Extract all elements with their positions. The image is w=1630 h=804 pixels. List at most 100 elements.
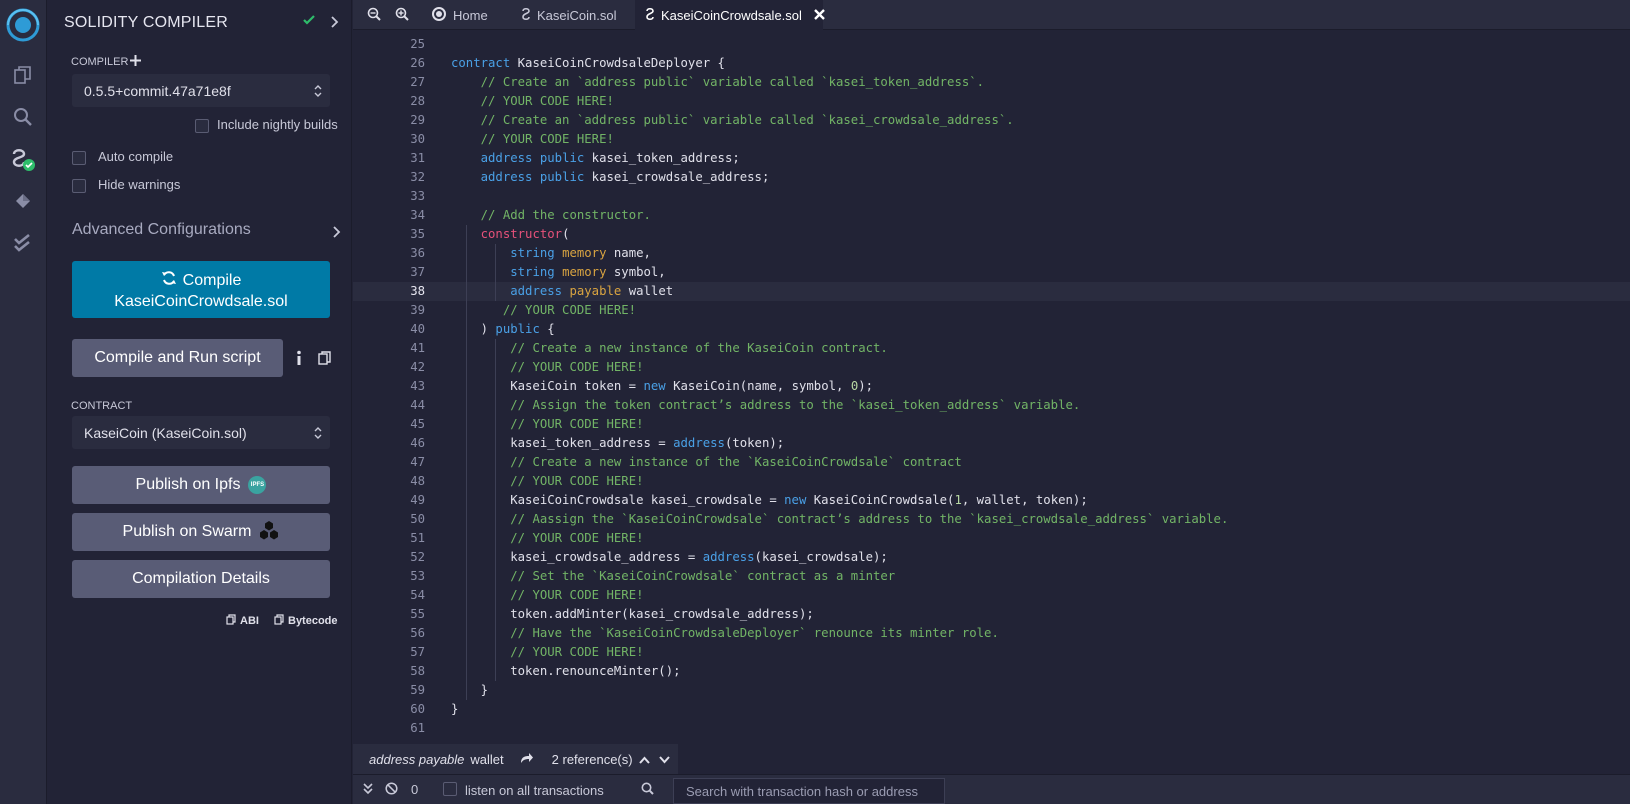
code-line[interactable]: 59 }: [353, 681, 1630, 700]
line-text: address public kasei_crowdsale_address;: [480, 170, 770, 184]
code-line[interactable]: 50 // Aassign the `KaseiCoinCrowdsale` c…: [353, 510, 1630, 529]
tab-kaseicoincrowdsale-sol[interactable]: KaseiCoinCrowdsale.sol: [635, 0, 825, 30]
code-line[interactable]: 52 kasei_crowdsale_address = address(kas…: [353, 548, 1630, 567]
code-line[interactable]: 37 string memory symbol,: [353, 263, 1630, 282]
code-line[interactable]: 51 // YOUR CODE HERE!: [353, 529, 1630, 548]
testing-icon[interactable]: [8, 228, 38, 258]
code-line[interactable]: 47 // Create a new instance of the `Kase…: [353, 453, 1630, 472]
select-arrows-icon: [314, 84, 322, 100]
code-line[interactable]: 49 KaseiCoinCrowdsale kasei_crowdsale = …: [353, 491, 1630, 510]
line-text: // YOUR CODE HERE!: [510, 360, 644, 374]
code-line[interactable]: 33: [353, 187, 1630, 206]
close-icon[interactable]: [814, 8, 825, 23]
bytecode-copy-link[interactable]: Bytecode: [274, 614, 338, 628]
code-line[interactable]: 29 // Create an `address public` variabl…: [353, 111, 1630, 130]
line-text: // Set the `KaseiCoinCrowdsale` contract…: [510, 569, 896, 583]
tab-kaseicoin-sol[interactable]: KaseiCoin.sol: [511, 0, 627, 30]
contract-select[interactable]: KaseiCoin (KaseiCoin.sol): [72, 416, 330, 449]
code-line[interactable]: 36 string memory name,: [353, 244, 1630, 263]
line-number: 28: [410, 94, 425, 108]
auto-compile-checkbox[interactable]: [72, 151, 86, 165]
advanced-config-toggle[interactable]: Advanced Configurations: [72, 221, 251, 239]
code-line[interactable]: 58 token.renounceMinter();: [353, 662, 1630, 681]
code-line[interactable]: 31 address public kasei_token_address;: [353, 149, 1630, 168]
collapse-terminal-icon[interactable]: [363, 783, 373, 798]
code-line[interactable]: 55 token.addMinter(kasei_crowdsale_addre…: [353, 605, 1630, 624]
code-line[interactable]: 44 // Assign the token contract’s addres…: [353, 396, 1630, 415]
code-line[interactable]: 48 // YOUR CODE HERE!: [353, 472, 1630, 491]
line-number: 47: [410, 455, 425, 469]
hide-warnings-checkbox[interactable]: [72, 179, 86, 193]
code-line[interactable]: 28 // YOUR CODE HERE!: [353, 92, 1630, 111]
abi-label: ABI: [240, 615, 259, 627]
transaction-search-input[interactable]: [673, 778, 945, 804]
line-text: kasei_token_address = address(token);: [451, 436, 785, 450]
code-line[interactable]: 60}: [353, 700, 1630, 719]
code-line[interactable]: 41 // Create a new instance of the Kasei…: [353, 339, 1630, 358]
clear-console-icon[interactable]: [385, 782, 398, 798]
line-text: // Create a new instance of the `KaseiCo…: [510, 455, 962, 469]
code-line[interactable]: 42 // YOUR CODE HERE!: [353, 358, 1630, 377]
checkmark-icon: [302, 13, 316, 32]
line-number: 39: [410, 303, 425, 317]
code-line[interactable]: 45 // YOUR CODE HERE!: [353, 415, 1630, 434]
deploy-run-icon[interactable]: [8, 186, 38, 216]
chevron-up-icon[interactable]: [638, 752, 650, 767]
abi-copy-link[interactable]: ABI: [226, 614, 259, 628]
file-explorer-icon[interactable]: [8, 60, 38, 90]
code-line[interactable]: 35 constructor(: [353, 225, 1630, 244]
publish-ipfs-label: Publish on Ipfs: [135, 476, 241, 493]
line-number: 32: [410, 170, 425, 184]
chevron-right-icon[interactable]: [332, 225, 342, 243]
code-line[interactable]: 34 // Add the constructor.: [353, 206, 1630, 225]
code-line[interactable]: 54 // YOUR CODE HERE!: [353, 586, 1630, 605]
goto-declaration-icon[interactable]: [520, 752, 534, 767]
line-number: 55: [410, 607, 425, 621]
listen-all-checkbox[interactable]: [443, 782, 457, 796]
line-number: 41: [410, 341, 425, 355]
search-icon[interactable]: [8, 102, 38, 132]
code-line[interactable]: 46 kasei_token_address = address(token);: [353, 434, 1630, 453]
code-line[interactable]: 53 // Set the `KaseiCoinCrowdsale` contr…: [353, 567, 1630, 586]
add-compiler-icon[interactable]: [130, 53, 141, 71]
compile-button[interactable]: Compile KaseiCoinCrowdsale.sol: [72, 261, 330, 318]
line-text: }: [451, 702, 459, 716]
contract-value: KaseiCoin (KaseiCoin.sol): [84, 425, 247, 441]
solidity-compiler-icon[interactable]: [8, 144, 38, 174]
compilation-details-button[interactable]: Compilation Details: [72, 560, 330, 598]
zoom-out-icon[interactable]: [367, 7, 381, 26]
code-line[interactable]: 39 // YOUR CODE HERE!: [353, 301, 1630, 320]
line-text: token.renounceMinter();: [451, 664, 681, 678]
publish-swarm-button[interactable]: Publish on Swarm: [72, 513, 330, 551]
bytecode-label: Bytecode: [288, 615, 338, 627]
code-line[interactable]: 56 // Have the `KaseiCoinCrowdsaleDeploy…: [353, 624, 1630, 643]
code-line[interactable]: 25: [353, 35, 1630, 54]
include-nightly-checkbox[interactable]: [195, 119, 209, 133]
chevron-right-icon[interactable]: [330, 15, 340, 33]
code-editor[interactable]: 25 26 contract KaseiCoinCrowdsaleDeployer …: [353, 31, 1630, 746]
line-number: 51: [410, 531, 425, 545]
info-icon[interactable]: [295, 350, 303, 371]
code-line[interactable]: 30 // YOUR CODE HERE!: [353, 130, 1630, 149]
code-line[interactable]: 61: [353, 719, 1630, 738]
code-line[interactable]: 40 ) public {: [353, 320, 1630, 339]
code-line[interactable]: 38 address payable wallet: [353, 282, 1630, 301]
remix-logo-icon[interactable]: [4, 6, 42, 44]
line-text: // Create a new instance of the KaseiCoi…: [510, 341, 888, 355]
compile-run-script-button[interactable]: Compile and Run script: [72, 339, 283, 377]
publish-ipfs-button[interactable]: Publish on Ipfs IPFS: [72, 466, 330, 504]
references-count: 2 reference(s): [551, 751, 633, 767]
chevron-down-icon[interactable]: [658, 752, 670, 767]
line-number: 37: [410, 265, 425, 279]
code-line[interactable]: 43 KaseiCoin token = new KaseiCoin(name,…: [353, 377, 1630, 396]
tab-home[interactable]: Home: [421, 0, 498, 30]
copy-icon[interactable]: [318, 351, 331, 370]
line-number: 38: [410, 284, 425, 298]
line-number: 54: [410, 588, 425, 602]
code-line[interactable]: 32 address public kasei_crowdsale_addres…: [353, 168, 1630, 187]
compiler-version-select[interactable]: 0.5.5+commit.47a71e8f: [72, 74, 330, 107]
zoom-in-icon[interactable]: [395, 7, 409, 26]
code-line[interactable]: 26 contract KaseiCoinCrowdsaleDeployer {: [353, 54, 1630, 73]
code-line[interactable]: 57 // YOUR CODE HERE!: [353, 643, 1630, 662]
code-line[interactable]: 27 // Create an `address public` variabl…: [353, 73, 1630, 92]
